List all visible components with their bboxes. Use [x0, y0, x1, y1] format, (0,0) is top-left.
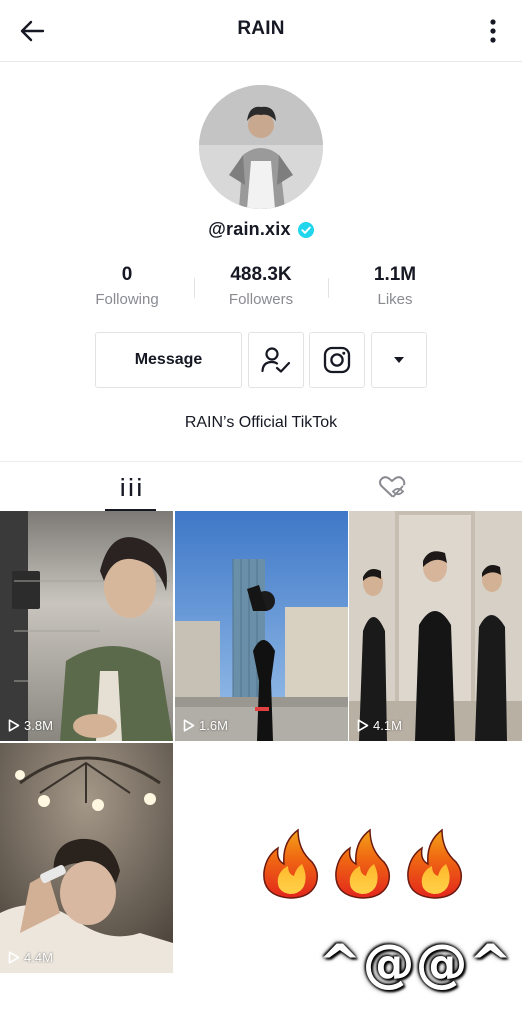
followers-label: Followers — [228, 291, 294, 308]
following-count: 0 — [121, 264, 133, 285]
person-check-icon — [261, 347, 291, 373]
vertical-ellipsis-icon — [490, 19, 496, 43]
profile-stats: 0 Following 488.3K Followers 1.1M Likes — [60, 262, 462, 314]
tab-liked-videos[interactable] — [261, 462, 522, 512]
video-thumbnail-image — [0, 511, 173, 741]
profile-tabs — [0, 461, 522, 511]
view-count-text: 3.8M — [24, 718, 53, 733]
view-count-text: 4.1M — [373, 718, 402, 733]
tab-videos[interactable] — [0, 462, 261, 512]
following-status-button[interactable] — [248, 332, 304, 388]
top-bar: RAIN — [0, 0, 522, 62]
likes-count: 1.1M — [373, 264, 417, 285]
suggested-accounts-dropdown[interactable] — [371, 332, 427, 388]
video-thumbnail[interactable]: 4.4M — [0, 743, 173, 973]
play-icon — [8, 719, 20, 732]
video-thumbnail[interactable]: 4.1M — [349, 511, 522, 741]
view-count: 4.4M — [8, 950, 53, 965]
heart-hidden-icon — [378, 476, 405, 498]
stat-followers[interactable]: 488.3K Followers — [194, 262, 328, 314]
instagram-link-button[interactable] — [309, 332, 365, 388]
play-icon — [357, 719, 369, 732]
profile-bio: RAIN’s Official TikTok — [184, 414, 338, 431]
following-label: Following — [95, 291, 159, 308]
fire-icon — [407, 828, 463, 899]
triangle-down-icon — [394, 357, 404, 363]
message-button[interactable]: Message — [95, 332, 242, 388]
view-count-text: 4.4M — [24, 950, 53, 965]
fire-icon — [335, 828, 391, 899]
handle-row: @rain.xix — [0, 219, 522, 240]
play-icon — [8, 951, 20, 964]
likes-label: Likes — [377, 291, 413, 308]
view-count: 4.1M — [357, 718, 402, 733]
instagram-icon — [323, 346, 351, 374]
stat-likes[interactable]: 1.1M Likes — [328, 262, 462, 314]
view-count-text: 1.6M — [199, 718, 228, 733]
fire-emoji-sticker — [263, 828, 463, 899]
view-count: 3.8M — [8, 718, 53, 733]
stat-following[interactable]: 0 Following — [60, 262, 194, 314]
video-thumbnail-image — [175, 511, 348, 741]
view-count: 1.6M — [183, 718, 228, 733]
video-thumbnail-image — [349, 511, 522, 741]
verified-badge-icon — [297, 221, 314, 238]
fire-icon — [263, 828, 319, 899]
followers-count: 488.3K — [230, 264, 292, 285]
more-options-button[interactable] — [482, 14, 504, 48]
avatar[interactable] — [199, 85, 323, 209]
grid-bars-icon — [121, 478, 140, 496]
video-thumbnail[interactable]: 1.6M — [175, 511, 348, 741]
emote-text-overlay: ^@@^ — [318, 934, 514, 994]
video-thumbnail[interactable]: 3.8M — [0, 511, 173, 741]
video-thumbnail-image — [0, 743, 173, 973]
avatar-photo — [199, 85, 323, 209]
username-handle: @rain.xix — [208, 219, 291, 239]
page-title: RAIN — [237, 18, 285, 39]
play-icon — [183, 719, 195, 732]
